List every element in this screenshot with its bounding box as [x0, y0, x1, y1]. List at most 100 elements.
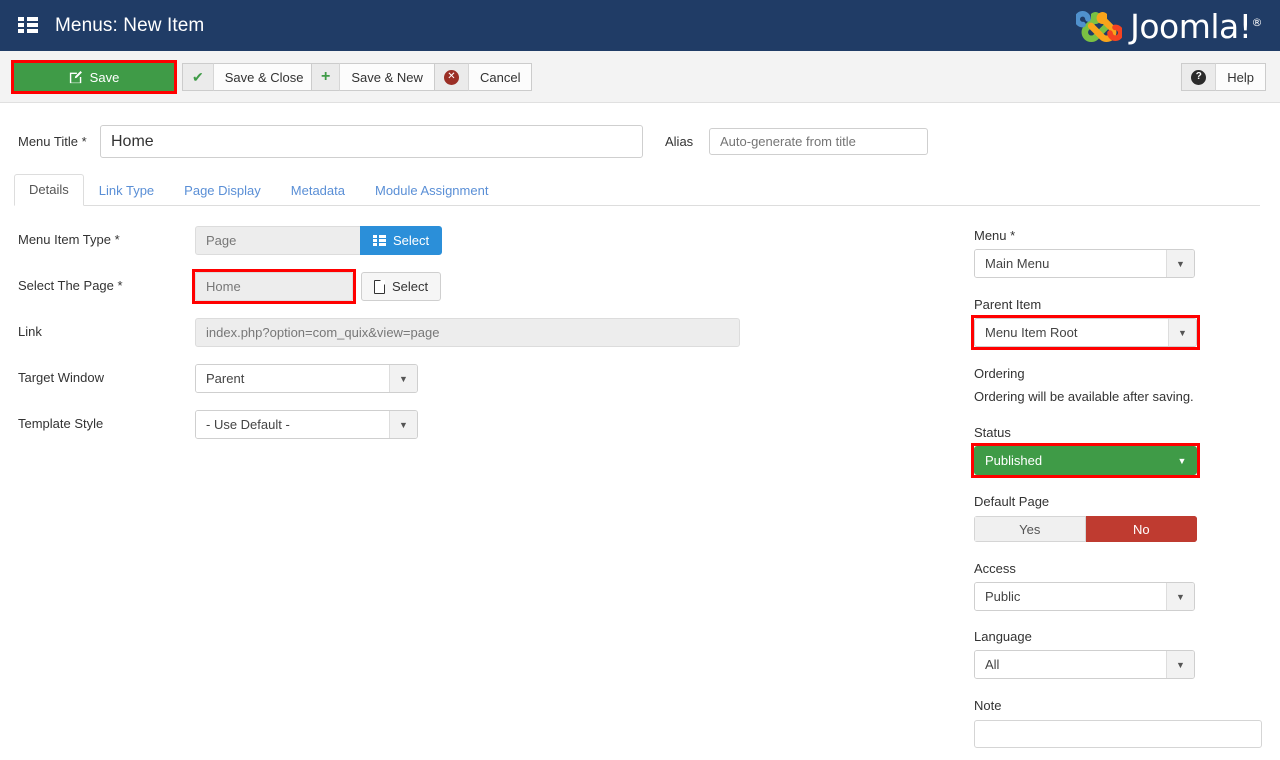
save-new-icon-part: + — [311, 63, 340, 91]
target-window-value: Parent — [196, 365, 389, 392]
details-form-left: Menu Item Type * Page Select Select The … — [0, 226, 760, 456]
ordering-label: Ordering — [974, 366, 1025, 381]
save-button-highlight: Save — [11, 60, 177, 94]
field-select-the-page: Select The Page * Home Select — [0, 269, 760, 318]
menu-select[interactable]: Main Menu ▼ — [974, 249, 1195, 278]
menu-label: Menu * — [974, 228, 1016, 243]
access-value: Public — [975, 583, 1166, 610]
menu-item-type-value: Page — [195, 226, 361, 255]
menu-item-type-label: Menu Item Type * — [18, 232, 120, 247]
save-button[interactable]: Save — [14, 63, 174, 91]
parent-item-select[interactable]: Menu Item Root ▼ — [974, 318, 1197, 347]
status-value: Published — [975, 447, 1168, 474]
field-note: Note — [974, 698, 1262, 748]
template-style-select[interactable]: - Use Default - ▼ — [195, 410, 418, 439]
language-value: All — [975, 651, 1166, 678]
list-icon — [373, 235, 386, 246]
question-circle-icon: ? — [1191, 69, 1207, 85]
status-select[interactable]: Published ▼ — [974, 446, 1197, 475]
field-target-window: Target Window Parent ▼ — [0, 364, 760, 410]
field-parent-item: Parent Item Menu Item Root ▼ — [971, 297, 1200, 350]
default-page-yes-option[interactable]: Yes — [974, 516, 1086, 542]
field-default-page: Default Page Yes No — [974, 494, 1197, 542]
cancel-button[interactable]: ✕ Cancel — [434, 63, 533, 91]
save-close-icon-part: ✔ — [182, 63, 213, 91]
tab-module-assignment[interactable]: Module Assignment — [360, 175, 503, 206]
help-icon-part: ? — [1181, 63, 1216, 91]
access-label: Access — [974, 561, 1016, 576]
field-language: Language All ▼ — [974, 629, 1195, 679]
chevron-down-icon: ▼ — [1166, 651, 1194, 678]
field-status: Status Published ▼ — [971, 425, 1200, 478]
select-the-page-label: Select The Page * — [18, 278, 123, 293]
field-ordering: Ordering Ordering will be available afte… — [974, 366, 1264, 404]
cancel-icon-part: ✕ — [434, 63, 468, 91]
toolbar: Save ✔ Save & Close + Save & New ✕ Cance… — [0, 51, 1280, 103]
menu-item-type-select-button[interactable]: Select — [360, 226, 443, 255]
tab-metadata[interactable]: Metadata — [276, 175, 360, 206]
save-close-label: Save & Close — [212, 63, 316, 91]
header-left: Menus: New Item — [0, 15, 204, 37]
check-icon: ✔ — [192, 69, 204, 85]
chevron-down-icon: ▼ — [1166, 250, 1194, 277]
x-circle-icon: ✕ — [444, 69, 459, 85]
language-select[interactable]: All ▼ — [974, 650, 1195, 679]
parent-item-value: Menu Item Root — [975, 319, 1168, 346]
help-button[interactable]: ? Help — [1181, 63, 1266, 91]
parent-item-highlight: Menu Item Root ▼ — [971, 315, 1200, 350]
status-label: Status — [974, 425, 1011, 440]
field-menu: Menu * Main Menu ▼ — [974, 228, 1195, 278]
cancel-label: Cancel — [468, 63, 533, 91]
joomla-logo: Joomla!® — [1076, 5, 1262, 47]
field-access: Access Public ▼ — [974, 561, 1195, 611]
chevron-down-icon: ▼ — [389, 365, 417, 392]
alias-input[interactable] — [709, 128, 928, 155]
save-new-button[interactable]: + Save & New — [311, 63, 435, 91]
note-label: Note — [974, 698, 1002, 713]
select-the-page-select-button[interactable]: Select — [361, 272, 442, 301]
title-row: Menu Title * Alias — [0, 125, 1280, 161]
menu-title-input[interactable] — [100, 125, 643, 158]
chevron-down-icon: ▼ — [389, 411, 417, 438]
parent-item-label: Parent Item — [974, 297, 1042, 312]
save-close-button[interactable]: ✔ Save & Close — [182, 63, 316, 91]
joomla-wordmark: Joomla!® — [1130, 6, 1262, 46]
page-title: Menus: New Item — [55, 14, 205, 36]
link-label: Link — [18, 324, 42, 339]
tab-link-type[interactable]: Link Type — [84, 175, 169, 206]
chevron-down-icon: ▼ — [1168, 319, 1196, 346]
field-link: Link index.php?option=com_quix&view=page — [0, 318, 760, 364]
template-style-label: Template Style — [18, 416, 104, 431]
tab-details[interactable]: Details — [14, 174, 84, 206]
app-header: Menus: New Item Joomla!® — [0, 0, 1280, 51]
tab-bar: Details Link Type Page Display Metadata … — [14, 174, 1260, 206]
note-input[interactable] — [974, 720, 1262, 748]
target-window-label: Target Window — [18, 370, 104, 385]
link-value: index.php?option=com_quix&view=page — [195, 318, 740, 347]
save-button-label: Save — [89, 69, 120, 85]
alias-label: Alias — [665, 134, 694, 149]
menu-title-label: Menu Title * — [18, 134, 87, 149]
access-select[interactable]: Public ▼ — [974, 582, 1195, 611]
document-icon — [374, 279, 385, 294]
chevron-down-icon: ▼ — [1166, 583, 1194, 610]
menus-list-icon — [18, 17, 38, 34]
edit-square-icon — [69, 71, 82, 84]
status-highlight: Published ▼ — [971, 443, 1200, 478]
default-page-no-option[interactable]: No — [1085, 516, 1197, 542]
target-window-select[interactable]: Parent ▼ — [195, 364, 418, 393]
menu-value: Main Menu — [975, 250, 1166, 277]
default-page-toggle: Yes No — [974, 516, 1197, 542]
joomla-brand-mark — [1076, 11, 1123, 43]
chevron-down-icon: ▼ — [1168, 447, 1196, 474]
field-menu-item-type: Menu Item Type * Page Select — [0, 226, 760, 272]
select-the-page-highlight: Home — [192, 269, 356, 304]
language-label: Language — [974, 629, 1032, 644]
tab-page-display[interactable]: Page Display — [169, 175, 276, 206]
plus-icon: + — [321, 68, 331, 85]
default-page-label: Default Page — [974, 494, 1050, 509]
ordering-helper-text: Ordering will be available after saving. — [974, 389, 1194, 404]
select-the-page-select-label: Select — [392, 279, 429, 294]
select-the-page-value: Home — [195, 272, 353, 301]
menu-item-type-select-label: Select — [393, 233, 430, 248]
